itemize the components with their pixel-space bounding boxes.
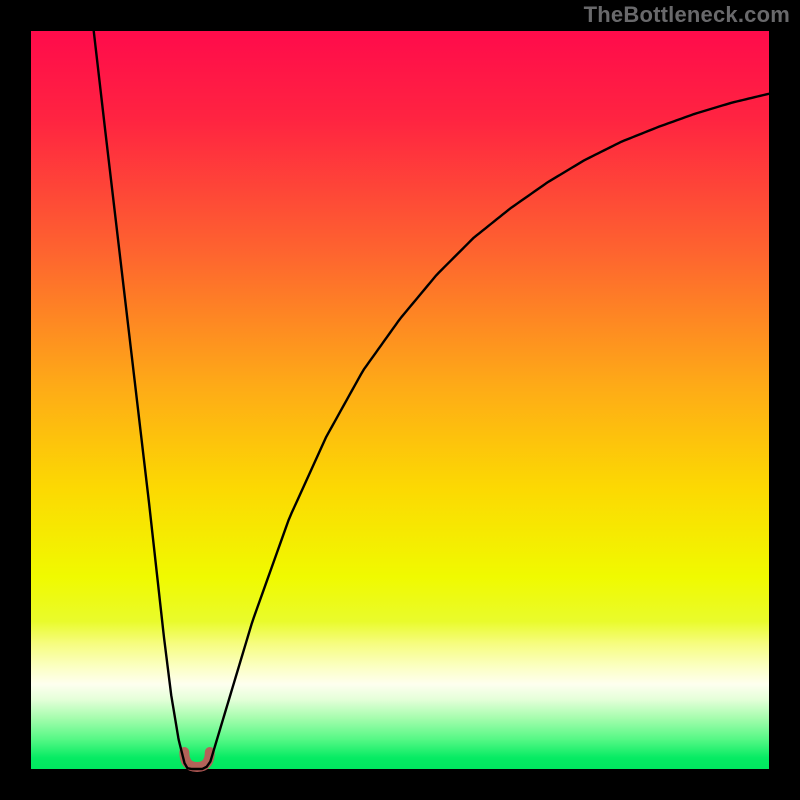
chart-svg <box>0 0 800 800</box>
watermark-text: TheBottleneck.com <box>584 2 790 28</box>
plot-background <box>31 31 769 769</box>
chart-container: TheBottleneck.com <box>0 0 800 800</box>
